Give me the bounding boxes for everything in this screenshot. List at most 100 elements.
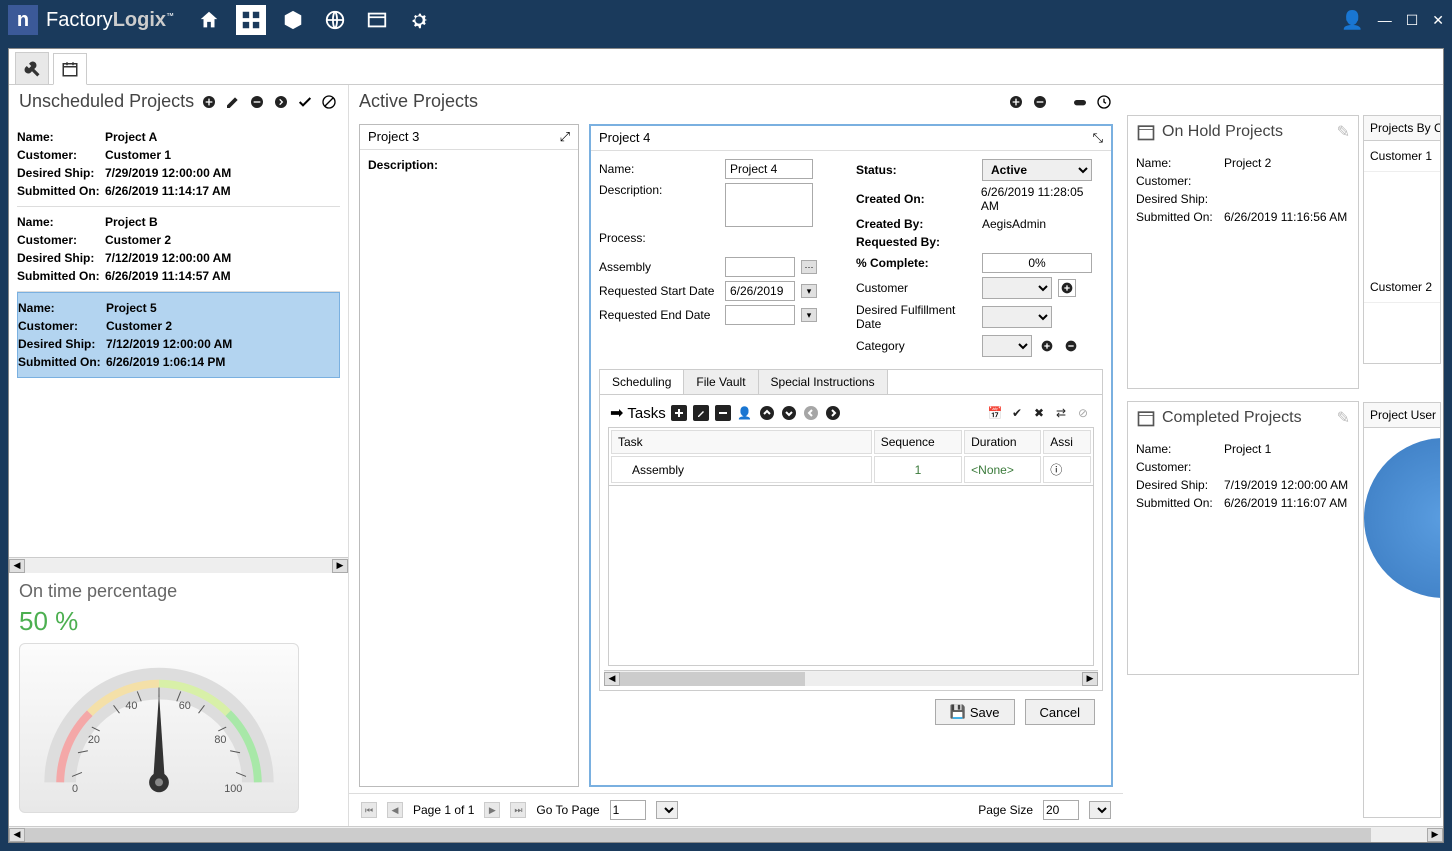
goto-page-input[interactable] — [610, 800, 646, 820]
next-icon[interactable] — [272, 93, 290, 111]
name-input[interactable] — [725, 159, 813, 179]
edit-icon[interactable]: ✎ — [1337, 408, 1350, 428]
expand-icon[interactable]: ⤢ — [560, 129, 570, 145]
goto-select[interactable] — [656, 801, 678, 819]
tab-calendar[interactable] — [53, 53, 87, 85]
svg-text:40: 40 — [125, 700, 137, 712]
project-3-card[interactable]: Project 3⤢ Description: — [359, 124, 579, 787]
project-card[interactable]: Name:Project ACustomer:Customer 1Desired… — [17, 122, 340, 207]
block-icon: ⊘ — [1074, 404, 1092, 422]
tab-scheduling[interactable]: Scheduling — [600, 370, 684, 394]
package-icon[interactable] — [278, 5, 308, 35]
user-icon[interactable]: 👤 — [1341, 10, 1363, 31]
minimize-button[interactable]: — — [1378, 12, 1392, 28]
page-size-select[interactable] — [1089, 801, 1111, 819]
grid-icon[interactable] — [236, 5, 266, 35]
maximize-button[interactable]: ☐ — [1406, 12, 1419, 29]
lookup-icon[interactable]: ⋯ — [801, 260, 817, 274]
task-h-scrollbar[interactable]: ◀ ▶ — [604, 670, 1098, 686]
window-icon[interactable] — [362, 5, 392, 35]
reqend-input[interactable] — [725, 305, 795, 325]
add-icon[interactable] — [670, 404, 688, 422]
project-user-panel: Project User — [1363, 402, 1441, 818]
desc-input[interactable] — [725, 183, 813, 227]
h-scrollbar[interactable]: ◀ ▶ — [9, 557, 348, 573]
clock-icon[interactable] — [1095, 93, 1113, 111]
active-title: Active Projects — [359, 91, 478, 112]
next-page-icon[interactable]: ▶ — [484, 802, 500, 818]
project-card[interactable]: Name:Project BCustomer:Customer 2Desired… — [17, 207, 340, 292]
gauge-chart: 0 20 40 60 80 100 — [19, 643, 299, 813]
gear-icon[interactable] — [404, 5, 434, 35]
collapse-icon[interactable]: ⤡ — [1093, 130, 1103, 146]
tab-tools[interactable] — [15, 52, 49, 84]
fulfill-select[interactable] — [982, 306, 1052, 328]
add-icon[interactable] — [1007, 93, 1025, 111]
svg-text:60: 60 — [179, 700, 191, 712]
onhold-panel: On Hold Projects ✎ Name:Project 2 Custom… — [1127, 115, 1359, 389]
edit-icon[interactable]: ✎ — [1337, 122, 1350, 142]
scroll-right-icon[interactable]: ▶ — [1082, 672, 1098, 686]
edit-icon[interactable] — [224, 93, 242, 111]
calendar-icon[interactable]: 📅 — [986, 404, 1004, 422]
edit-icon[interactable] — [692, 404, 710, 422]
scroll-left-icon[interactable]: ◀ — [9, 559, 25, 573]
up-icon[interactable] — [758, 404, 776, 422]
pager: ⏮ ◀ Page 1 of 1 ▶ ⏭ Go To Page Page Size — [349, 793, 1123, 826]
page-size-input[interactable] — [1043, 800, 1079, 820]
add-icon[interactable] — [200, 93, 218, 111]
reqstart-input[interactable] — [725, 281, 795, 301]
dropdown-icon[interactable]: ▾ — [801, 308, 817, 322]
category-select[interactable] — [982, 335, 1032, 357]
remove-icon[interactable] — [1062, 337, 1080, 355]
cancel-button[interactable]: Cancel — [1025, 699, 1095, 725]
gauge-title: On time percentage — [19, 581, 338, 602]
block-icon[interactable] — [320, 93, 338, 111]
remove-icon[interactable] — [248, 93, 266, 111]
controller-icon[interactable] — [1071, 93, 1089, 111]
svg-text:0: 0 — [72, 783, 78, 795]
main-h-scrollbar[interactable]: ◀ ▶ — [9, 826, 1443, 842]
arrow-right-icon: ➡ — [610, 403, 623, 423]
close-button[interactable]: ✕ — [1432, 12, 1444, 29]
home-icon[interactable] — [194, 5, 224, 35]
project-card[interactable]: Name:Project 5Customer:Customer 2Desired… — [17, 292, 340, 378]
prev-page-icon[interactable]: ◀ — [387, 802, 403, 818]
first-page-icon[interactable]: ⏮ — [361, 802, 377, 818]
scroll-left-icon[interactable]: ◀ — [9, 828, 25, 842]
scroll-left-icon[interactable]: ◀ — [604, 672, 620, 686]
x-icon[interactable]: ✖ — [1030, 404, 1048, 422]
assembly-input[interactable] — [725, 257, 795, 277]
remove-icon[interactable] — [714, 404, 732, 422]
list-item[interactable]: Customer 2 — [1364, 272, 1440, 303]
left-icon — [802, 404, 820, 422]
main-window: Unscheduled Projects Name:Project ACusto… — [8, 48, 1444, 843]
dropdown-icon[interactable]: ▾ — [801, 284, 817, 298]
svg-text:100: 100 — [224, 783, 242, 795]
pct-input[interactable] — [982, 253, 1092, 273]
list-item[interactable]: Customer 1 — [1364, 141, 1440, 172]
status-select[interactable]: Active — [982, 159, 1092, 181]
table-row[interactable]: Assembly1<None>ⓘ — [611, 456, 1091, 483]
add-icon[interactable] — [1058, 279, 1076, 297]
shuffle-icon[interactable]: ⇄ — [1052, 404, 1070, 422]
scroll-right-icon[interactable]: ▶ — [1427, 828, 1443, 842]
tab-filevault[interactable]: File Vault — [684, 370, 758, 394]
tab-special[interactable]: Special Instructions — [759, 370, 888, 394]
check-icon[interactable]: ✔ — [1008, 404, 1026, 422]
svg-text:20: 20 — [88, 734, 100, 746]
svg-text:80: 80 — [214, 734, 226, 746]
down-icon[interactable] — [780, 404, 798, 422]
add-icon[interactable] — [1038, 337, 1056, 355]
remove-icon[interactable] — [1031, 93, 1049, 111]
scroll-right-icon[interactable]: ▶ — [332, 559, 348, 573]
unscheduled-panel: Unscheduled Projects Name:Project ACusto… — [9, 85, 349, 826]
project-4-card[interactable]: Project 4⤡ Name: Description: Process: A… — [589, 124, 1113, 787]
check-icon[interactable] — [296, 93, 314, 111]
save-button[interactable]: 💾Save — [935, 699, 1015, 725]
last-page-icon[interactable]: ⏭ — [510, 802, 526, 818]
right-icon[interactable] — [824, 404, 842, 422]
customer-select[interactable] — [982, 277, 1052, 299]
globe-icon[interactable] — [320, 5, 350, 35]
user-icon[interactable]: 👤 — [736, 404, 754, 422]
